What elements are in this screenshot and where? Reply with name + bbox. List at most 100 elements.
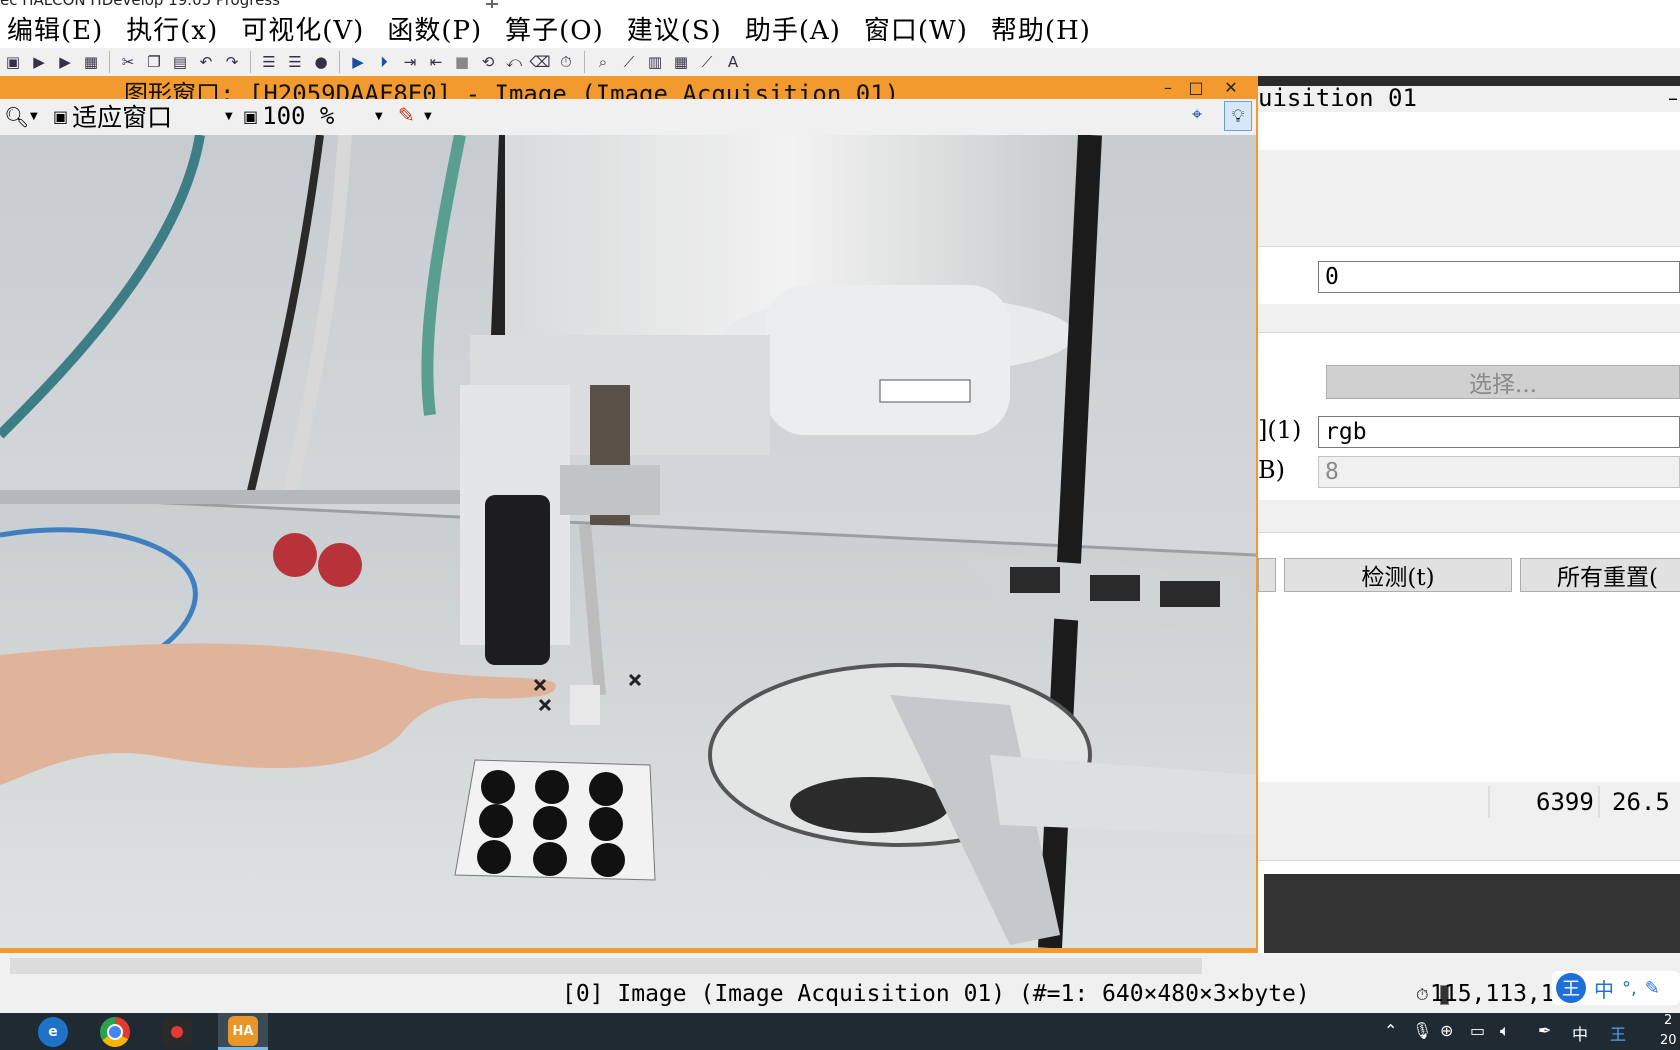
toolbar-separator (584, 51, 585, 73)
ocr-icon[interactable]: A (723, 52, 743, 72)
cut-icon[interactable]: ✂ (118, 52, 138, 72)
open-icon[interactable]: ▶ (29, 52, 49, 72)
chevron-down-icon[interactable]: ▼ (424, 111, 432, 122)
chevron-down-icon[interactable]: ▼ (30, 111, 38, 122)
histogram-icon[interactable]: ▥ (645, 52, 665, 72)
horizontal-scrollbar[interactable] (0, 953, 1680, 979)
battery-icon[interactable]: ▭ (1470, 1021, 1485, 1040)
toolbar-separator (339, 51, 340, 73)
taskbar: e HA ⌃ 🎙︎ ⊕ ▭ 🔈︎ ✒ 中 王 2 20 (0, 1013, 1680, 1050)
menu-edit[interactable]: 编辑(E) (7, 10, 103, 47)
fit-window-dropdown[interactable]: ▣ 适应窗口 ▼ (53, 101, 243, 132)
menu-assistants[interactable]: 助手(A) (745, 10, 841, 47)
gray-histogram-icon[interactable]: ⟋ (697, 52, 717, 72)
chevron-up-icon[interactable]: ⌃ (1384, 1021, 1397, 1040)
menu-execute[interactable]: 执行(x) (126, 10, 218, 47)
pen-icon[interactable]: ✎ (1645, 978, 1660, 999)
reset-all-button[interactable]: 所有重置( (1520, 558, 1680, 592)
ime-toolbar[interactable]: 王 中 °, ✎ (1552, 971, 1680, 1005)
close-icon[interactable]: ✕ (1219, 76, 1243, 98)
scrollbar-thumb[interactable] (10, 958, 1202, 974)
ime-mode[interactable]: 中 (1594, 974, 1614, 1003)
microphone-icon[interactable]: 🎙︎ (1412, 1021, 1432, 1040)
move-cursor-icon (486, 0, 498, 8)
copy-icon[interactable]: ❐ (144, 52, 164, 72)
column-divider (1488, 786, 1490, 818)
status-bar: [0] Image (Image Acquisition 01) (#=1: 6… (0, 971, 1680, 1013)
paste-icon[interactable]: ▤ (170, 52, 190, 72)
run-icon[interactable]: ▶ (348, 52, 368, 72)
chrome-icon[interactable] (100, 1017, 130, 1047)
panel-section-row (1258, 304, 1680, 333)
menu-procedures[interactable]: 函数(P) (387, 10, 482, 47)
lightbulb-icon[interactable]: 💡︎ (1224, 101, 1252, 131)
minimize-icon[interactable]: – (1668, 86, 1678, 110)
step-out-icon[interactable]: ⇤ (426, 52, 446, 72)
device-index-field[interactable]: 0 (1318, 261, 1680, 293)
indent-icon[interactable]: ☰ (259, 52, 279, 72)
zoom-dropdown[interactable]: ▣ 100 % ▼ (243, 101, 388, 131)
zoom-icon: ▣ (243, 106, 259, 126)
save-icon[interactable]: ▣ (3, 52, 23, 72)
reset-program-icon[interactable]: ⟲ (478, 52, 498, 72)
ie-browser-icon[interactable]: e (38, 1017, 68, 1047)
select-button[interactable]: 选择... (1326, 365, 1680, 399)
menu-operators[interactable]: 算子(O) (505, 10, 604, 47)
bits-per-channel-field[interactable]: 8 (1318, 456, 1680, 488)
menu-window[interactable]: 窗口(W) (864, 10, 968, 47)
detect-button[interactable]: 检测(t) (1284, 558, 1512, 592)
export-icon[interactable]: ▶ (55, 52, 75, 72)
fit-window-label: 适应窗口 (72, 103, 173, 132)
screen-recorder-icon[interactable] (162, 1017, 192, 1047)
feature-histogram-icon[interactable]: ▦ (671, 52, 691, 72)
app-title-bar: ec HALCON HDevelop 19.05 Progress (0, 0, 1680, 8)
draw-tool-icon[interactable]: ✎ (398, 103, 415, 127)
panel-section-row (1258, 182, 1680, 215)
reset-icon[interactable]: ⤺ (504, 52, 524, 72)
app-title: ec HALCON HDevelop 19.05 Progress (0, 0, 280, 8)
punctuation-icon[interactable]: °, (1622, 978, 1637, 999)
ime-tray-icon[interactable]: 王 (1610, 1021, 1626, 1045)
preview-area (1264, 874, 1680, 953)
acquired-image[interactable] (0, 135, 1256, 948)
stat-count: 6399 (1536, 788, 1594, 816)
minimize-icon[interactable]: – (1156, 76, 1180, 98)
maximize-icon[interactable]: □ (1184, 76, 1208, 98)
stats-row: 6399 26.5 (1258, 782, 1680, 825)
step-into-icon[interactable]: ⇥ (400, 52, 420, 72)
find-icon[interactable]: ● (311, 52, 331, 72)
pixel-info-icon[interactable]: ⌖ (1192, 104, 1202, 125)
volume-icon[interactable]: 🔈︎ (1500, 1021, 1510, 1041)
color-space-field[interactable]: rgb (1318, 416, 1680, 448)
clear-icon[interactable]: ⌫ (529, 52, 550, 72)
panel-blank-row (1258, 112, 1680, 151)
menu-suggestions[interactable]: 建议(S) (627, 10, 722, 47)
graphics-window-toolbar: 🔍︎ ▼ ▣ 适应窗口 ▼ ▣ 100 % ▼ ✎ ▼ ⌖ 💡︎ (0, 99, 1256, 135)
clock-date[interactable]: 20 (1660, 1033, 1677, 1048)
halcon-taskbar-button[interactable]: HA (218, 1013, 268, 1050)
partial-button[interactable] (1258, 558, 1276, 592)
network-icon[interactable]: ⊕ (1440, 1021, 1453, 1040)
profiler-icon[interactable]: ⏱ (556, 52, 576, 72)
outdent-icon[interactable]: ☰ (285, 52, 305, 72)
menu-visualize[interactable]: 可视化(V) (241, 10, 364, 47)
panel-section-row (1258, 500, 1680, 533)
clock-time[interactable]: 2 (1664, 1013, 1672, 1028)
panel-section-row (1258, 150, 1680, 183)
undo-icon[interactable]: ↶ (196, 52, 216, 72)
menu-help[interactable]: 帮助(H) (991, 10, 1091, 47)
main-toolbar: ▣ ▶ ▶ ▦ ✂ ❐ ▤ ↶ ↷ ☰ ☰ ● ▶ ⏵ ⇥ ⇤ ■ ⟲ ⤺ ⌫ … (0, 48, 1680, 76)
stop-icon[interactable]: ■ (452, 52, 472, 72)
tray-language[interactable]: 中 (1572, 1021, 1588, 1045)
redo-icon[interactable]: ↷ (222, 52, 242, 72)
step-over-icon[interactable]: ⏵ (374, 52, 394, 72)
line-profile-icon[interactable]: ⟋ (619, 52, 639, 72)
zoom-tool-icon[interactable]: 🔍︎ (4, 105, 29, 129)
inspect-icon[interactable]: ⌕ (593, 52, 613, 72)
print-icon[interactable]: ▦ (81, 52, 101, 72)
ime-brand-icon[interactable]: 王 (1556, 973, 1586, 1003)
toolbar-separator (109, 51, 110, 73)
graphics-window-titlebar[interactable]: 图形窗口: [H2059DAAF8E0] - Image (Image Acqu… (0, 76, 1258, 108)
chevron-down-icon: ▼ (375, 110, 383, 122)
pen-tray-icon[interactable]: ✒ (1538, 1021, 1551, 1040)
